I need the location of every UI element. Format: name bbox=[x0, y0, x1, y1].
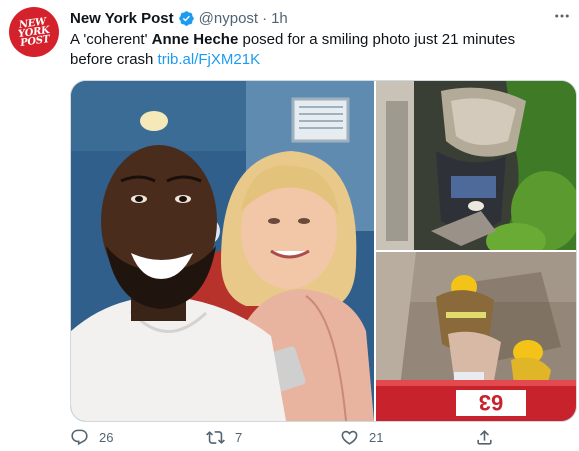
like-count: 21 bbox=[369, 430, 384, 445]
tweet-text: A 'coherent' Anne Heche posed for a smil… bbox=[70, 30, 560, 70]
account-handle[interactable]: @nypost bbox=[199, 10, 258, 27]
avatar[interactable]: NEW YORK POST bbox=[9, 7, 59, 57]
reply-button[interactable]: 26 bbox=[70, 428, 113, 447]
avatar-logo-text: NEW YORK POST bbox=[17, 15, 51, 49]
tweet-time[interactable]: 1h bbox=[271, 10, 288, 27]
tweet-link[interactable]: trib.al/FjXM21K bbox=[158, 51, 261, 68]
share-button[interactable] bbox=[475, 428, 494, 447]
account-name[interactable]: New York Post bbox=[70, 10, 174, 27]
reply-count: 26 bbox=[99, 430, 114, 445]
verified-badge-icon bbox=[178, 10, 194, 26]
photo-crash-aerial[interactable] bbox=[376, 81, 576, 250]
like-button[interactable]: 21 bbox=[340, 428, 383, 447]
separator-dot: · bbox=[262, 9, 268, 27]
retweet-count: 7 bbox=[235, 430, 243, 445]
photo-firefighters[interactable]: 63 bbox=[376, 252, 576, 421]
media-grid: 63 bbox=[70, 80, 577, 422]
share-icon bbox=[477, 430, 492, 445]
retweet-icon bbox=[206, 431, 225, 444]
tweet-text-bold: Anne Heche bbox=[151, 31, 239, 48]
reply-icon bbox=[71, 429, 88, 446]
photo-selfie[interactable] bbox=[71, 81, 374, 421]
tweet-header: New York Post @nypost · 1h bbox=[70, 8, 288, 28]
like-icon bbox=[341, 430, 358, 445]
tweet-text-part1: A 'coherent' bbox=[70, 31, 152, 48]
retweet-button[interactable]: 7 bbox=[206, 428, 242, 447]
more-options-icon[interactable] bbox=[551, 6, 573, 26]
action-bar: 26 7 21 bbox=[70, 428, 550, 450]
truck-number: 63 bbox=[479, 390, 503, 415]
